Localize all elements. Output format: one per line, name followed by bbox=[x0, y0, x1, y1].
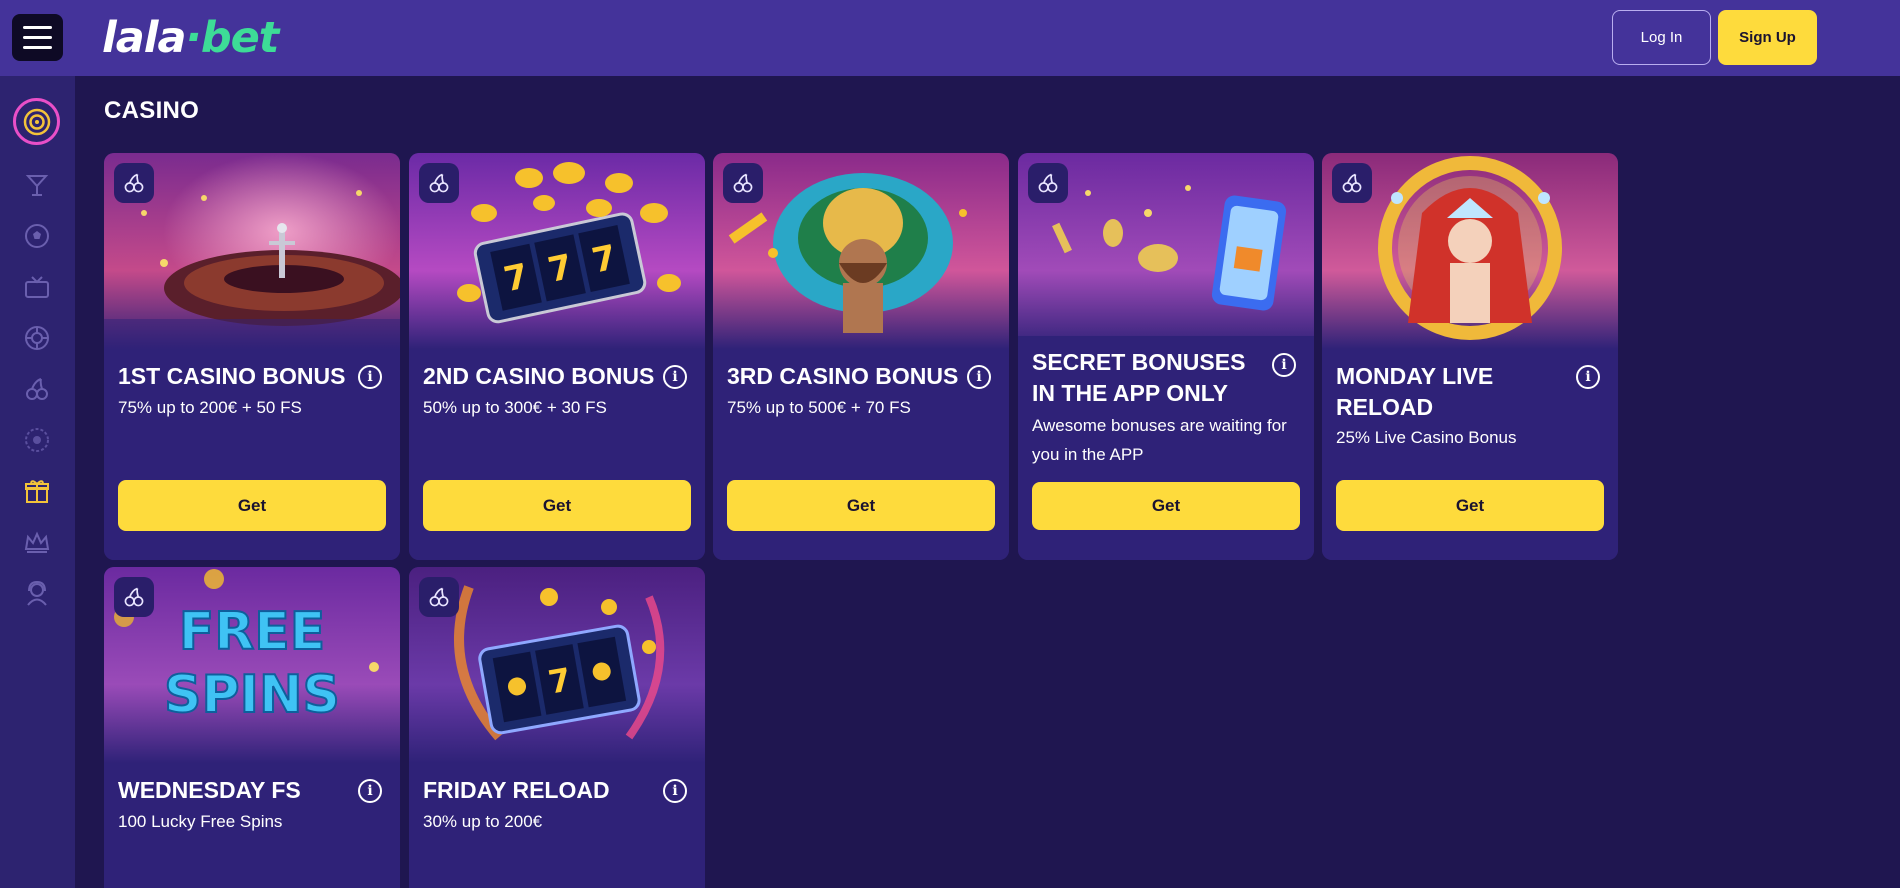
sidebar-nav bbox=[0, 76, 75, 888]
crown-icon[interactable] bbox=[21, 526, 53, 558]
info-icon[interactable]: i bbox=[967, 365, 991, 389]
promo-title: MONDAY LIVE RELOAD bbox=[1336, 363, 1494, 420]
info-icon[interactable]: i bbox=[358, 365, 382, 389]
cherries-icon bbox=[114, 163, 154, 203]
promo-title: WEDNESDAY FS bbox=[118, 777, 301, 803]
promo-title: FRIDAY RELOAD bbox=[423, 777, 610, 803]
page-title: CASINO bbox=[104, 97, 200, 124]
info-icon[interactable]: i bbox=[358, 779, 382, 803]
roulette-icon[interactable] bbox=[21, 322, 53, 354]
promo-card: SECRET BONUSES IN THE APP ONLY i Awesome… bbox=[1018, 153, 1314, 560]
get-button[interactable]: Get bbox=[423, 480, 691, 531]
login-button[interactable]: Log In bbox=[1612, 10, 1711, 65]
cherries-icon bbox=[114, 577, 154, 617]
menu-icon[interactable] bbox=[12, 14, 63, 61]
info-icon[interactable]: i bbox=[1576, 365, 1600, 389]
promo-subtitle: Awesome bonuses are waiting for you in t… bbox=[1032, 416, 1287, 464]
cherries-icon bbox=[723, 163, 763, 203]
support-agent-icon[interactable] bbox=[21, 577, 53, 609]
promo-title: SECRET BONUSES IN THE APP ONLY bbox=[1032, 349, 1246, 406]
cherries-icon bbox=[419, 163, 459, 203]
info-icon[interactable]: i bbox=[1272, 353, 1296, 377]
get-button[interactable]: Get bbox=[118, 480, 386, 531]
cherries-icon bbox=[1332, 163, 1372, 203]
get-button[interactable]: Get bbox=[1336, 480, 1604, 531]
cherries-icon bbox=[1028, 163, 1068, 203]
cherries-icon[interactable] bbox=[21, 373, 53, 405]
promo-title: 1ST CASINO BONUS bbox=[118, 363, 346, 389]
get-button[interactable]: Get bbox=[1032, 482, 1300, 530]
gift-icon[interactable] bbox=[21, 475, 53, 507]
get-button[interactable]: Get bbox=[727, 480, 995, 531]
info-icon[interactable]: i bbox=[663, 779, 687, 803]
svg-text:FREE: FREE bbox=[179, 602, 326, 662]
cocktail-icon[interactable] bbox=[21, 169, 53, 201]
promo-title: 3RD CASINO BONUS bbox=[727, 363, 959, 389]
cherries-icon bbox=[419, 577, 459, 617]
live-tv-icon[interactable] bbox=[21, 271, 53, 303]
promo-card: 1ST CASINO BONUS i 75% up to 200€ + 50 F… bbox=[104, 153, 400, 560]
top-header: lala·bet Log In Sign Up bbox=[0, 0, 1900, 76]
wheel-icon[interactable] bbox=[21, 424, 53, 456]
info-icon[interactable]: i bbox=[663, 365, 687, 389]
promo-subtitle: 25% Live Casino Bonus bbox=[1336, 428, 1517, 447]
promo-subtitle: 75% up to 200€ + 50 FS bbox=[118, 398, 302, 417]
promo-subtitle: 100 Lucky Free Spins bbox=[118, 812, 283, 831]
promo-card: FREE SPINS WEDNESDAY FS i 100 Lucky Free… bbox=[104, 567, 400, 888]
promo-subtitle: 50% up to 300€ + 30 FS bbox=[423, 398, 607, 417]
promo-subtitle: 75% up to 500€ + 70 FS bbox=[727, 398, 911, 417]
promo-card: 7 7 7 2ND CASINO BONUS i 50% up to 300€ … bbox=[409, 153, 705, 560]
svg-text:SPINS: SPINS bbox=[164, 665, 340, 725]
site-logo[interactable]: lala·bet bbox=[102, 14, 279, 62]
promo-card: MONDAY LIVE RELOAD i 25% Live Casino Bon… bbox=[1322, 153, 1618, 560]
promo-card: 3RD CASINO BONUS i 75% up to 500€ + 70 F… bbox=[713, 153, 1009, 560]
signup-button[interactable]: Sign Up bbox=[1718, 10, 1817, 65]
promo-title: 2ND CASINO BONUS bbox=[423, 363, 655, 389]
soccer-ball-icon[interactable] bbox=[21, 220, 53, 252]
target-icon[interactable] bbox=[13, 98, 60, 145]
promo-subtitle: 30% up to 200€ bbox=[423, 812, 543, 831]
promo-card: 7 FRIDAY RELOAD i 30% up to 200€ bbox=[409, 567, 705, 888]
